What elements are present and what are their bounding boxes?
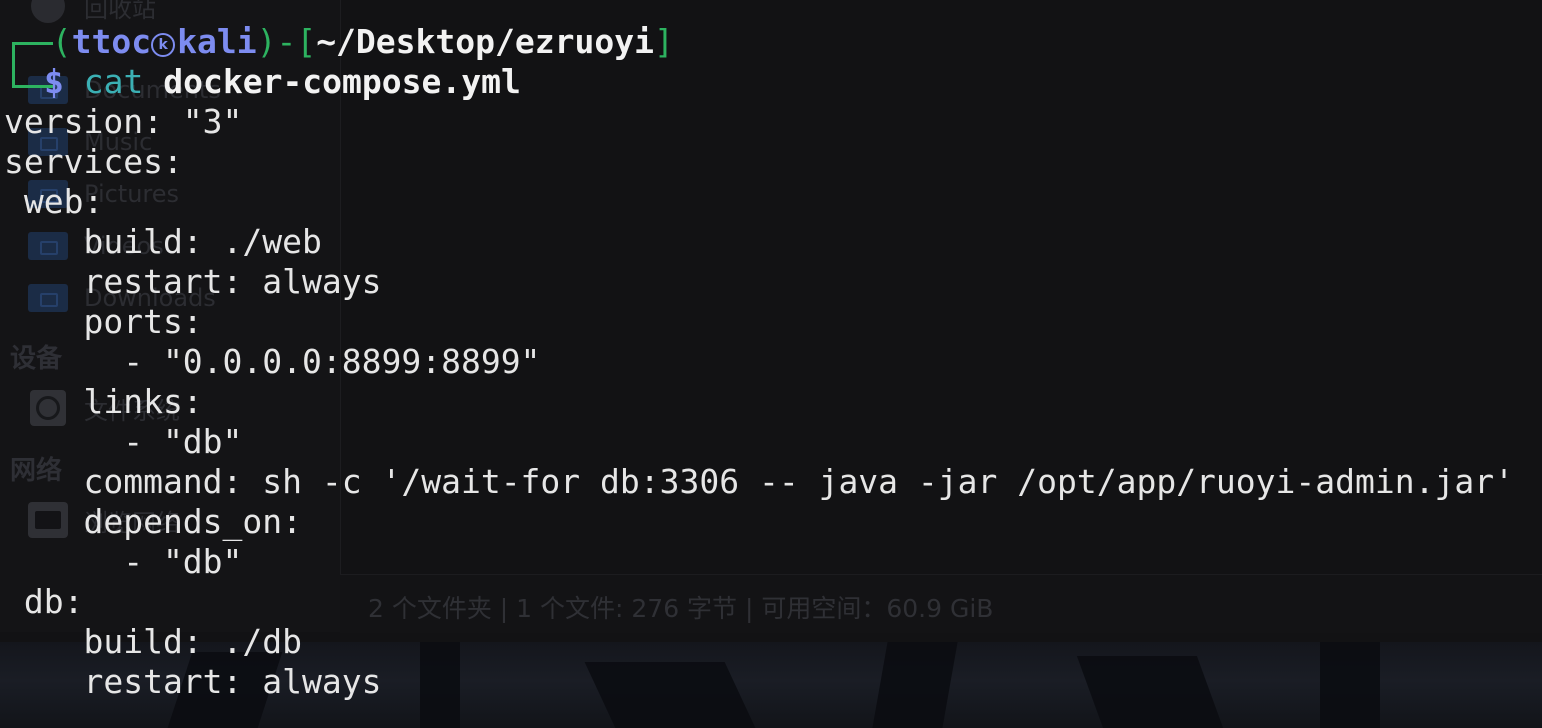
output-line: depends_on:: [4, 502, 303, 541]
output-line: ports:: [4, 302, 203, 341]
prompt-cwd: ~/Desktop/ezruoyi: [316, 22, 654, 61]
prompt-close-bracket: ]: [653, 22, 674, 61]
output-line: restart: always: [4, 662, 382, 701]
output-line: services:: [4, 142, 183, 181]
output-line: restart: always: [4, 262, 382, 301]
output-line: command: sh -c '/wait-for db:3306 -- jav…: [4, 462, 1514, 501]
prompt-host: kali: [177, 22, 257, 61]
output-line: - "db": [4, 542, 243, 581]
output-line: links:: [4, 382, 203, 421]
output-line: build: ./web: [4, 222, 322, 261]
output-line: build: ./db: [4, 622, 303, 661]
output-line: - "db": [4, 422, 243, 461]
kali-dragon-icon: k: [151, 33, 176, 57]
output-line: db:: [4, 582, 84, 621]
output-line: - "0.0.0.0:8899:8899": [4, 342, 541, 381]
command-name: cat: [83, 62, 144, 101]
command-line: $ cat docker-compose.yml: [44, 62, 521, 102]
prompt-symbol: $: [44, 62, 64, 101]
prompt-close-paren: )-[: [256, 22, 317, 61]
prompt-line: (ttoc k kali)-[~/Desktop/ezruoyi]: [12, 22, 674, 62]
terminal[interactable]: (ttoc k kali)-[~/Desktop/ezruoyi] $ cat do…: [0, 0, 1542, 728]
desktop: 回收站 Documents Music Pictures Videos Down…: [0, 0, 1542, 728]
prompt-user: ttoc: [71, 22, 152, 61]
output-line: version: "3": [4, 102, 243, 141]
output-line: web:: [4, 182, 104, 221]
command-argument: docker-compose.yml: [163, 62, 521, 101]
